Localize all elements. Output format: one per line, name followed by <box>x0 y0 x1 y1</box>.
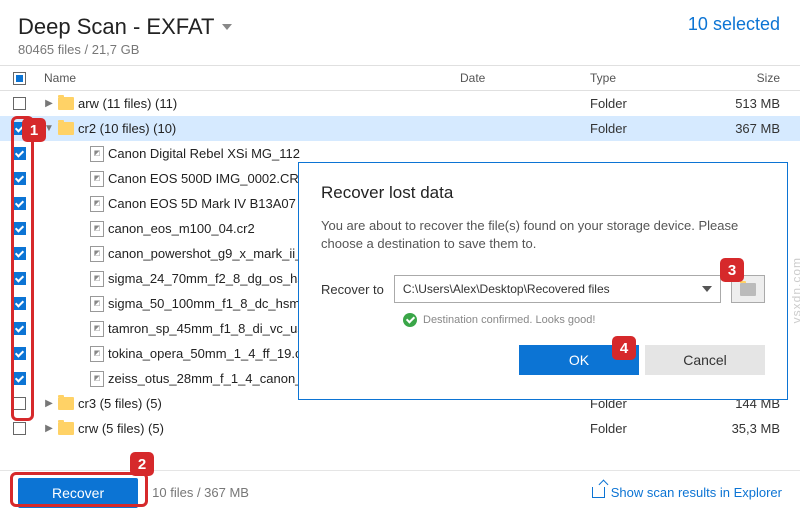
watermark: vsxdn.com <box>789 257 800 323</box>
file-icon: ◩ <box>90 196 104 212</box>
item-size: 35,3 MB <box>700 421 800 436</box>
file-icon: ◩ <box>90 146 104 162</box>
folder-icon <box>58 422 74 435</box>
column-date[interactable]: Date <box>460 71 590 85</box>
external-link-icon <box>592 487 605 498</box>
item-name: crw (5 files) (5) <box>78 421 460 436</box>
item-size: 513 MB <box>700 96 800 111</box>
dialog-title: Recover lost data <box>321 183 765 203</box>
badge-3: 3 <box>720 258 744 282</box>
file-icon: ◩ <box>90 371 104 387</box>
expand-icon[interactable]: ▶ <box>44 98 54 109</box>
column-type[interactable]: Type <box>590 71 700 85</box>
chevron-down-icon[interactable] <box>702 286 712 292</box>
page-title: Deep Scan - EXFAT <box>18 14 214 40</box>
file-icon: ◩ <box>90 296 104 312</box>
file-icon: ◩ <box>90 171 104 187</box>
destination-path-value: C:\Users\Alex\Desktop\Recovered files <box>403 282 610 296</box>
badge-1: 1 <box>22 118 46 142</box>
recover-to-label: Recover to <box>321 282 384 297</box>
item-type: Folder <box>590 96 700 111</box>
column-size[interactable]: Size <box>700 71 800 85</box>
selected-count: 10 selected <box>688 14 780 35</box>
highlight-box-1 <box>11 116 34 421</box>
column-name[interactable]: Name <box>38 71 460 85</box>
file-icon: ◩ <box>90 346 104 362</box>
row-checkbox[interactable] <box>13 422 26 435</box>
item-name: Canon Digital Rebel XSi MG_112 <box>108 146 460 161</box>
folder-row[interactable]: ▼cr2 (10 files) (10)Folder367 MB <box>0 116 800 141</box>
item-name: cr2 (10 files) (10) <box>78 121 460 136</box>
check-circle-icon <box>403 313 417 327</box>
file-icon: ◩ <box>90 221 104 237</box>
highlight-box-2 <box>10 472 148 507</box>
item-size: 367 MB <box>700 121 800 136</box>
badge-2: 2 <box>130 452 154 476</box>
show-in-explorer-link[interactable]: Show scan results in Explorer <box>592 485 782 500</box>
file-icon: ◩ <box>90 321 104 337</box>
file-icon: ◩ <box>90 246 104 262</box>
expand-icon[interactable]: ▶ <box>44 423 54 434</box>
file-icon: ◩ <box>90 271 104 287</box>
dialog-body: You are about to recover the file(s) fou… <box>321 217 765 253</box>
item-type: Folder <box>590 421 700 436</box>
select-all-checkbox[interactable] <box>13 72 26 85</box>
item-name: arw (11 files) (11) <box>78 96 460 111</box>
folder-icon <box>58 397 74 410</box>
folder-row[interactable]: ▶ crw (5 files) (5) Folder35,3 MB <box>0 416 800 441</box>
folder-row[interactable]: ▶ arw (11 files) (11) Folder513 MB <box>0 91 800 116</box>
footer-selection-info: 10 files / 367 MB <box>152 485 249 500</box>
recover-dialog: Recover lost data You are about to recov… <box>298 162 788 400</box>
badge-4: 4 <box>612 336 636 360</box>
cancel-button[interactable]: Cancel <box>645 345 765 375</box>
column-headers: Name Date Type Size <box>0 65 800 91</box>
destination-path-input[interactable]: C:\Users\Alex\Desktop\Recovered files <box>394 275 721 303</box>
row-checkbox[interactable] <box>13 97 26 110</box>
confirmation-text: Destination confirmed. Looks good! <box>423 314 595 326</box>
item-type: Folder <box>590 121 700 136</box>
title-dropdown-icon[interactable] <box>222 24 232 30</box>
folder-icon <box>740 283 756 296</box>
folder-icon <box>58 97 74 110</box>
expand-icon[interactable]: ▶ <box>44 398 54 409</box>
folder-icon <box>58 122 74 135</box>
scan-summary: 80465 files / 21,7 GB <box>18 42 232 57</box>
